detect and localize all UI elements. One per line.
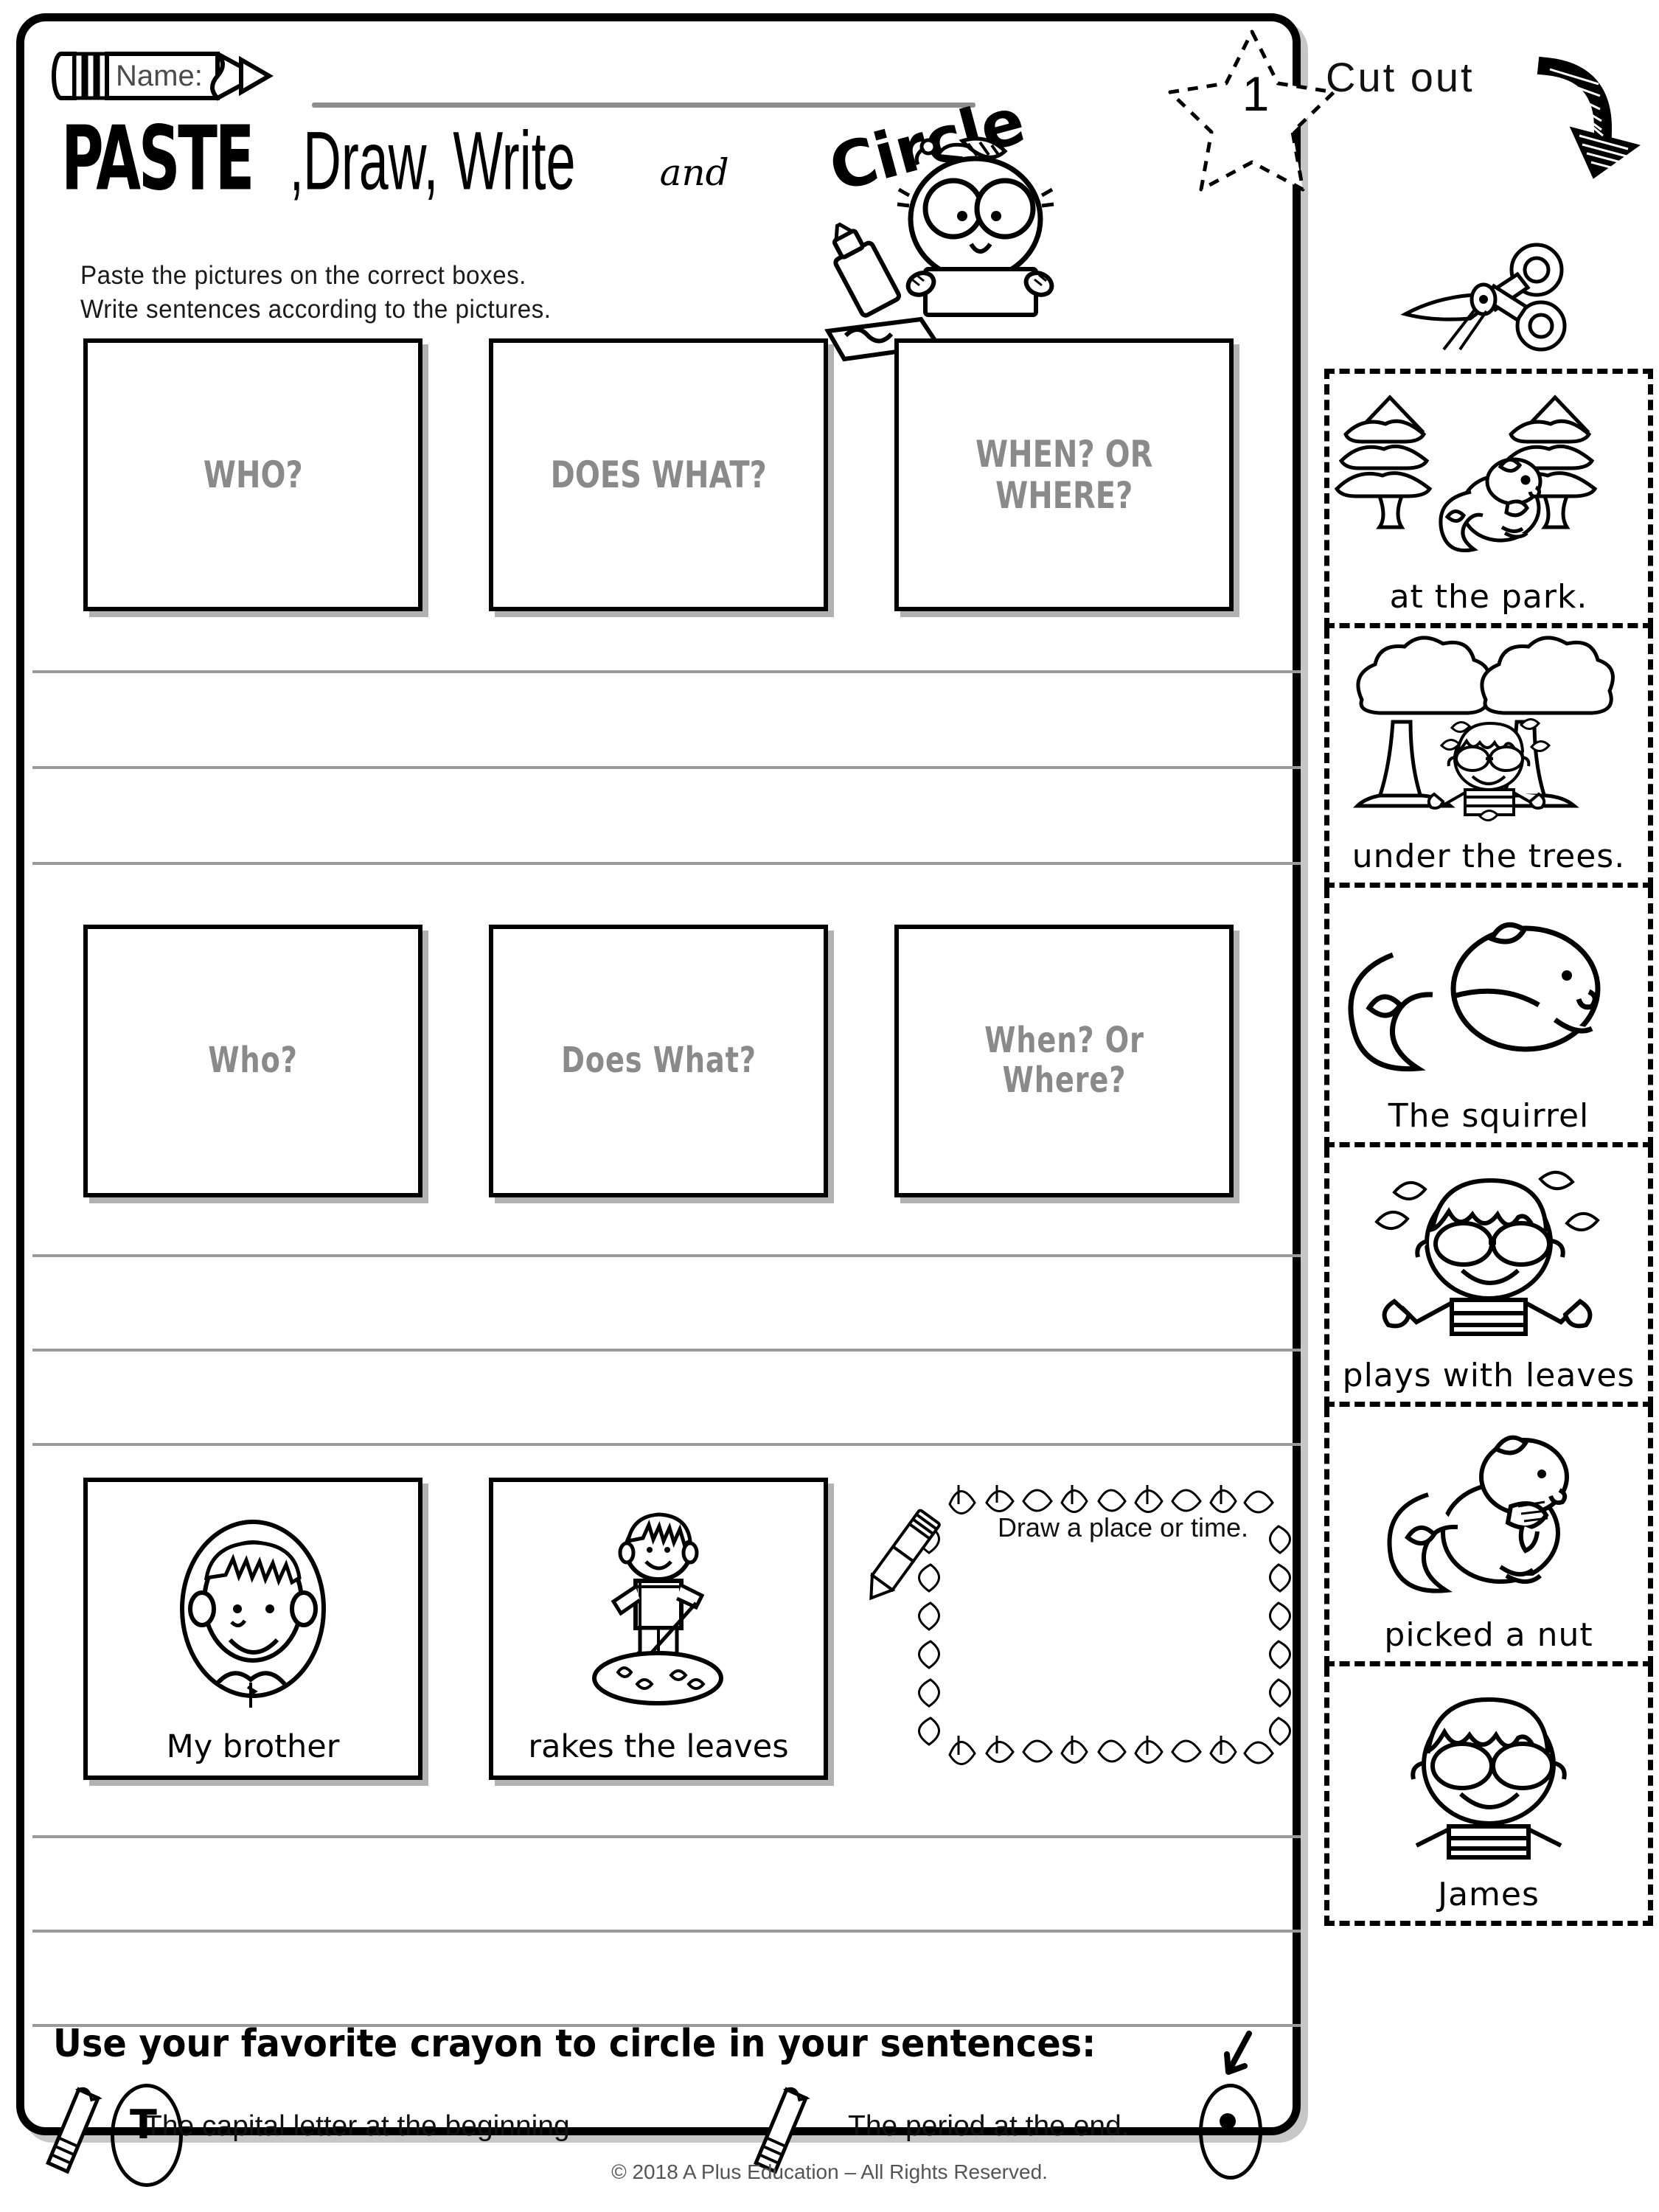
prompt-box-when-where-caps[interactable]: WHEN? OR WHERE?: [894, 338, 1234, 611]
boy-raking-leaves-icon: [493, 1482, 824, 1728]
prompt-box-when-where-mixed[interactable]: When? Or Where?: [894, 925, 1234, 1197]
title-connector: and: [659, 151, 729, 194]
cutout-card-the-squirrel[interactable]: The squirrel: [1324, 888, 1653, 1147]
answer-card-caption: My brother: [166, 1728, 340, 1765]
writing-rule: [32, 1930, 1301, 1933]
bottom-instruction-heading: Use your favorite crayon to circle in yo…: [53, 2022, 1096, 2066]
writing-rule: [32, 1835, 1301, 1838]
boy-with-glasses-icon: [1329, 1666, 1648, 1874]
writing-rule: [32, 670, 1301, 673]
title-word-draw-write: Draw, Write: [302, 115, 576, 208]
cutout-card-james[interactable]: James: [1324, 1666, 1653, 1926]
writing-rule: [32, 766, 1301, 769]
title-word-paste: PASTE: [61, 107, 254, 210]
copyright-notice: © 2018 A Plus Education – All Rights Res…: [611, 2160, 1048, 2183]
cutout-card-caption: picked a nut: [1384, 1616, 1593, 1654]
squirrel-holding-nut-icon: [1329, 1407, 1648, 1615]
answer-card-my-brother[interactable]: My brother: [83, 1478, 422, 1780]
prompt-box-does-what-caps[interactable]: DOES WHAT?: [489, 338, 828, 611]
two-pine-trees-with-squirrel-icon: [1329, 374, 1648, 577]
instructions: Paste the pictures on the correct boxes.…: [80, 259, 818, 327]
writing-rule: [32, 862, 1301, 865]
two-trees-with-boy-icon: [1329, 628, 1648, 836]
prompt-box-who-caps[interactable]: WHO?: [83, 338, 422, 611]
scissors-icon: [1400, 243, 1571, 354]
cutout-card-caption: at the park.: [1389, 578, 1588, 616]
cutout-card-caption: plays with leaves: [1342, 1357, 1635, 1394]
writing-rule: [32, 1254, 1301, 1257]
page-number: 1: [1242, 66, 1270, 121]
cutout-card-under-the-trees[interactable]: under the trees.: [1324, 628, 1653, 888]
title-comma: ,: [290, 120, 304, 208]
name-label: Name:: [116, 60, 203, 92]
boy-with-leaves-icon: [1329, 1147, 1648, 1355]
boy-face-icon: [88, 1482, 418, 1728]
cutout-card-caption: under the trees.: [1352, 838, 1626, 875]
cut-out-label: Cut out: [1326, 54, 1475, 100]
writing-rule: [32, 1349, 1301, 1352]
draw-box-label: Draw a place or time.: [997, 1512, 1249, 1543]
worksheet-page: Name: 1 PASTE ,Draw, Write and Circle Pa…: [16, 13, 1336, 2135]
squirrel-icon: [1329, 888, 1648, 1096]
answer-card-caption: rakes the leaves: [528, 1728, 789, 1765]
bottom-instruction-1: The capital letter at the beginning: [145, 2110, 570, 2142]
curved-arrow-down-icon: [1537, 56, 1644, 179]
cutout-card-at-the-park[interactable]: at the park.: [1324, 369, 1653, 628]
cut-out-cards: at the park. under the trees. The squirr…: [1324, 369, 1653, 1932]
answer-card-rakes-the-leaves[interactable]: rakes the leaves: [489, 1478, 828, 1780]
cutout-card-picked-a-nut[interactable]: picked a nut: [1324, 1407, 1653, 1666]
name-pencil-icon: Name:: [52, 44, 306, 108]
period-dot: [1220, 2113, 1236, 2129]
cutout-card-plays-with-leaves[interactable]: plays with leaves: [1324, 1147, 1653, 1407]
down-left-arrow-icon: [1206, 2029, 1265, 2088]
instructions-line-1: Paste the pictures on the correct boxes.: [80, 261, 526, 290]
name-input-line[interactable]: [312, 102, 975, 108]
instructions-line-2: Write sentences according to the picture…: [80, 295, 552, 324]
writing-rule: [32, 1443, 1301, 1446]
prompt-box-who-mixed[interactable]: Who?: [83, 925, 422, 1197]
bottom-instruction-2: The period at the end.: [848, 2110, 1130, 2142]
cutout-card-caption: The squirrel: [1388, 1097, 1590, 1135]
cutout-card-caption: James: [1438, 1876, 1540, 1913]
prompt-box-does-what-mixed[interactable]: Does What?: [489, 925, 828, 1197]
